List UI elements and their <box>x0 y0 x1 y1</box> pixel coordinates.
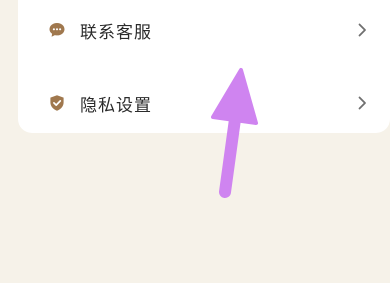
menu-item-privacy-settings[interactable]: 隐私设置 <box>18 74 390 132</box>
menu-item-label: 隐私设置 <box>80 95 152 116</box>
shield-check-icon <box>48 94 66 112</box>
chat-bubble-icon <box>48 21 66 39</box>
settings-menu-card: 联系客服 隐私设置 <box>18 0 390 133</box>
menu-item-label: 联系客服 <box>80 22 152 43</box>
chevron-right-icon <box>354 95 370 111</box>
menu-item-contact-support[interactable]: 联系客服 <box>18 1 390 59</box>
settings-page: 联系客服 隐私设置 <box>0 0 390 283</box>
chevron-right-icon <box>354 22 370 38</box>
